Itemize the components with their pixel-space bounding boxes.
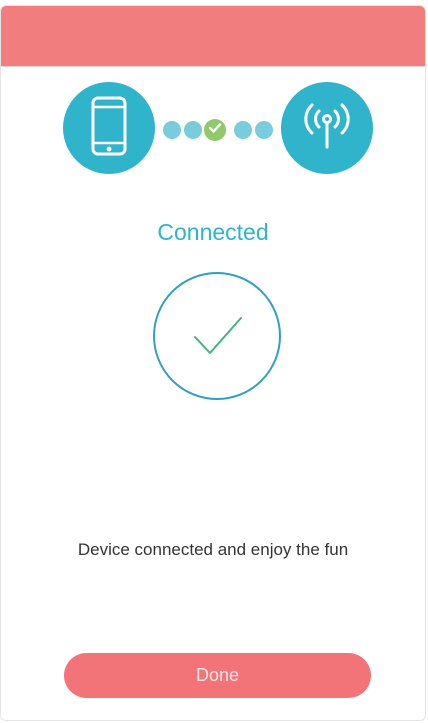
progress-dot [234, 121, 252, 139]
connection-dialog: Connected Device connected and enjoy the… [0, 5, 426, 721]
progress-dot [255, 121, 273, 139]
check-icon [179, 304, 257, 371]
phone-icon [89, 96, 129, 161]
progress-dot [184, 121, 202, 139]
router-device-circle [281, 82, 373, 174]
progress-check-dot [204, 119, 226, 141]
wireless-signal-icon [300, 99, 354, 158]
header-bar [1, 6, 425, 67]
status-message: Device connected and enjoy the fun [77, 540, 349, 559]
check-icon [208, 121, 222, 139]
progress-dot [163, 121, 181, 139]
done-button[interactable]: Done [64, 653, 371, 698]
status-title: Connected [157, 219, 269, 245]
success-indicator [153, 272, 281, 400]
phone-device-circle [63, 82, 155, 174]
